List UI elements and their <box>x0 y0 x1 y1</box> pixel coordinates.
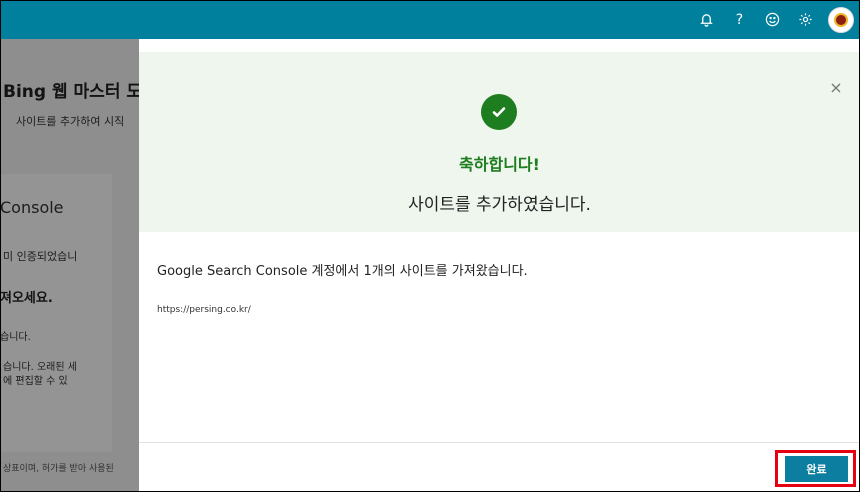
top-bar: ? <box>0 0 860 39</box>
avatar-image <box>834 12 848 27</box>
done-button[interactable]: 완료 <box>785 456 848 482</box>
gear-icon[interactable] <box>789 0 822 39</box>
import-success-dialog: × 축하합니다! 사이트를 추가하였습니다. Google Search Con… <box>139 39 860 492</box>
check-icon <box>481 94 517 130</box>
imported-site-url: https://persing.co.kr/ <box>157 305 251 315</box>
bell-icon[interactable] <box>690 0 723 39</box>
success-panel: × 축하합니다! 사이트를 추가하였습니다. <box>139 52 860 232</box>
import-message: Google Search Console 계정에서 1개의 사이트를 가져왔습… <box>157 264 528 279</box>
congrats-heading: 축하합니다! <box>459 155 540 174</box>
dialog-divider <box>139 442 860 443</box>
avatar[interactable] <box>828 6 854 33</box>
site-added-message: 사이트를 추가하였습니다. <box>408 195 591 215</box>
close-icon[interactable]: × <box>829 80 843 96</box>
help-glyph: ? <box>735 11 744 28</box>
help-icon[interactable]: ? <box>723 0 756 39</box>
feedback-smiley-icon[interactable] <box>756 0 789 39</box>
